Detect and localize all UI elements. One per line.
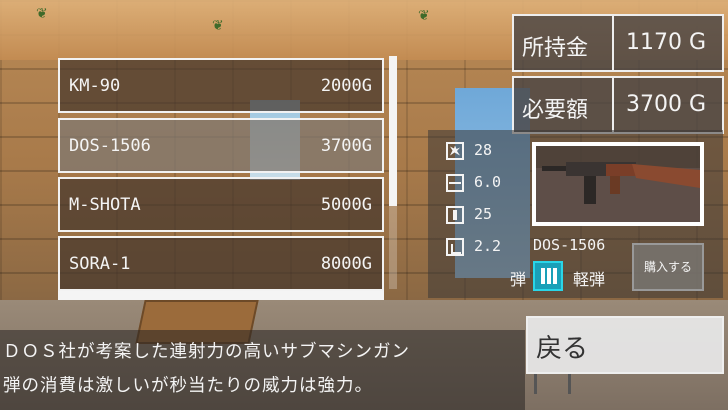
- fire-rate-icon: [446, 173, 464, 192]
- ammo-icon: [533, 261, 563, 291]
- stat-reload: 2.2: [446, 237, 501, 256]
- owned-money-value: 1170 G: [625, 30, 706, 55]
- required-money-panel: 必要額 3700 G: [512, 76, 724, 134]
- weapon-item-sora1[interactable]: SORA-1 8000G: [58, 236, 384, 291]
- weapon-preview: [532, 142, 704, 226]
- owned-money-label: 所持金: [522, 36, 589, 61]
- plant-icon: ❦: [212, 18, 224, 34]
- back-button[interactable]: 戻る: [526, 316, 724, 374]
- stat-fire-rate-value: 6.0: [474, 173, 502, 191]
- stat-damage: 28: [446, 141, 492, 160]
- plant-icon: ❦: [36, 6, 48, 22]
- list-bottom-bar: [58, 291, 384, 300]
- description-line-2: 弾の消費は激しいが秒当たりの威力は強力。: [3, 376, 373, 396]
- weapon-item-price: 2000G: [320, 76, 372, 96]
- weapon-name: DOS-1506: [533, 236, 606, 254]
- weapon-item-name: DOS-1506: [69, 136, 151, 156]
- buy-button[interactable]: 購入する: [632, 243, 704, 291]
- weapon-item-price: 3700G: [320, 136, 372, 156]
- plant-icon: ❦: [418, 8, 430, 24]
- owned-money-panel: 所持金 1170 G: [512, 14, 724, 72]
- weapon-item-price: 5000G: [320, 195, 372, 215]
- weapon-item-price: 8000G: [320, 254, 372, 274]
- magazine-icon: [446, 205, 464, 224]
- weapon-item-name: KM-90: [69, 76, 121, 96]
- weapon-item-name: M-SHOTA: [69, 195, 141, 215]
- back-button-label: 戻る: [536, 334, 589, 364]
- divider: [612, 16, 614, 70]
- weapon-description: ＤＯＳ社が考案した連射力の高いサブマシンガン 弾の消費は激しいが秒当たりの威力は…: [0, 330, 525, 410]
- stat-reload-value: 2.2: [474, 237, 502, 255]
- weapon-item-mshota[interactable]: M-SHOTA 5000G: [58, 177, 384, 232]
- weapon-item-name: SORA-1: [69, 254, 131, 274]
- back-button-stand: [532, 374, 722, 410]
- stat-damage-value: 28: [474, 141, 493, 159]
- stat-magazine: 25: [446, 205, 492, 224]
- required-money-value: 3700 G: [625, 92, 706, 117]
- weapon-list: KM-90 2000G DOS-1506 3700G M-SHOTA 5000G…: [58, 56, 388, 302]
- list-scrollbar[interactable]: [389, 56, 397, 289]
- damage-icon: [446, 141, 464, 160]
- divider: [612, 78, 614, 132]
- scrollbar-thumb[interactable]: [389, 56, 397, 206]
- required-money-label: 必要額: [522, 98, 589, 123]
- stat-magazine-value: 25: [474, 205, 493, 223]
- weapon-item-dos1506[interactable]: DOS-1506 3700G: [58, 118, 384, 173]
- ammo-type: 軽弾: [573, 270, 606, 289]
- weapon-item-km90[interactable]: KM-90 2000G: [58, 58, 384, 113]
- reload-icon: [446, 237, 464, 256]
- description-line-1: ＤＯＳ社が考案した連射力の高いサブマシンガン: [3, 342, 410, 362]
- stat-fire-rate: 6.0: [446, 173, 501, 192]
- ammo-label: 弾: [510, 270, 527, 289]
- submachine-gun-icon: [536, 162, 700, 222]
